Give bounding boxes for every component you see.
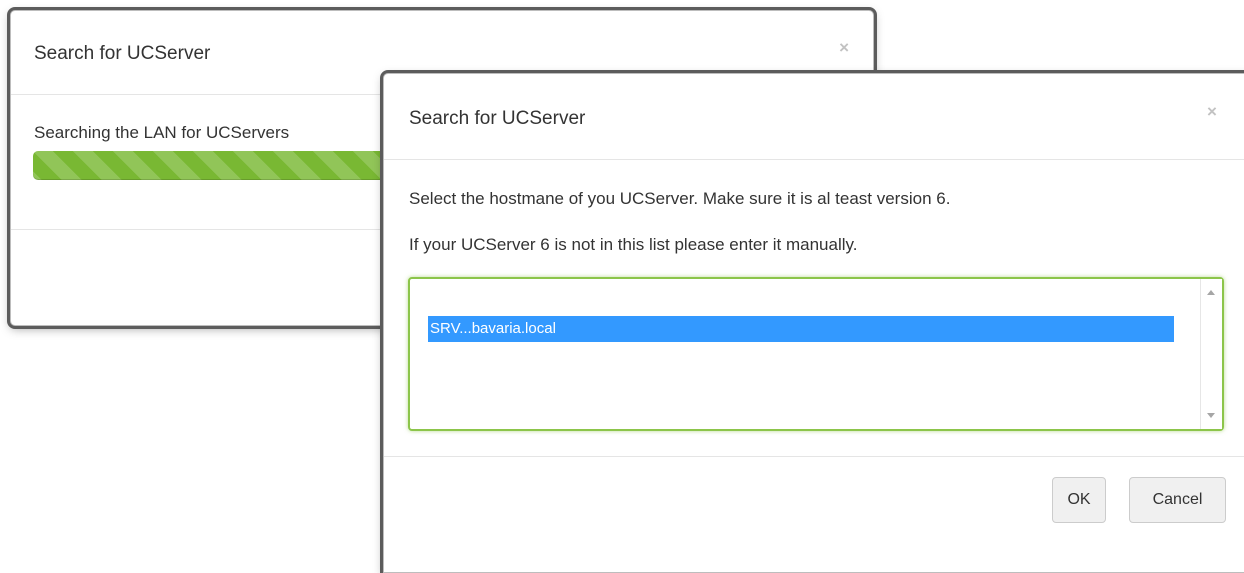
searching-message: Searching the LAN for UCServers	[34, 123, 290, 142]
select-server-dialog: Search for UCServer × Select the hostman…	[383, 73, 1244, 573]
dialog-title: Search for UCServer	[34, 43, 211, 64]
listbox-scrollbar[interactable]	[1200, 279, 1222, 429]
dialog-title: Search for UCServer	[409, 108, 586, 129]
manual-entry-hint: If your UCServer 6 is not in this list p…	[409, 235, 858, 254]
scroll-down-arrow-icon[interactable]	[1207, 413, 1215, 418]
dialog-header: Search for UCServer ×	[384, 74, 1244, 160]
scroll-up-arrow-icon[interactable]	[1207, 290, 1215, 295]
server-listbox[interactable]: SRV...bavaria.local	[408, 277, 1224, 431]
close-icon[interactable]: ×	[1207, 103, 1217, 120]
list-item[interactable]: SRV...bavaria.local	[428, 316, 1174, 342]
instruction-text: Select the hostmane of you UCServer. Mak…	[409, 189, 951, 208]
ok-button[interactable]: OK	[1052, 477, 1106, 523]
dialog-footer-divider	[384, 456, 1244, 457]
close-icon[interactable]: ×	[839, 39, 849, 56]
cancel-button[interactable]: Cancel	[1129, 477, 1226, 523]
